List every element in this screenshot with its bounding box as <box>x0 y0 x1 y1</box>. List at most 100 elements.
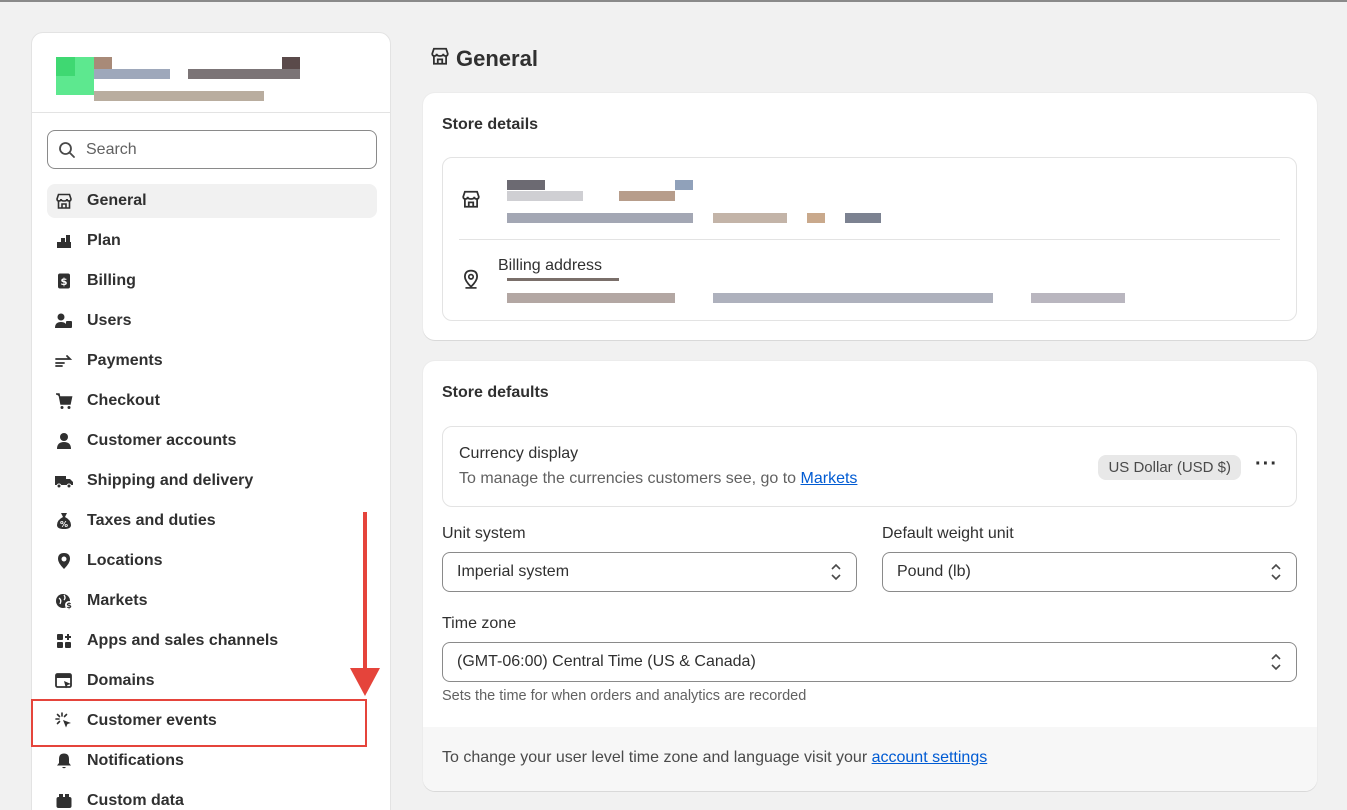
search-input[interactable]: Search <box>47 130 377 169</box>
sidebar-item-plan[interactable]: Plan <box>47 224 377 258</box>
svg-text:%: % <box>60 520 68 529</box>
location-pin-icon <box>54 551 74 571</box>
redacted-block <box>507 278 619 281</box>
redacted-block <box>188 69 300 79</box>
sidebar-item-label: Users <box>87 312 132 329</box>
footer-text: To change your user level time zone and … <box>442 749 987 767</box>
select-chevron-icon <box>1270 562 1282 587</box>
sidebar-item-label: Checkout <box>87 392 160 409</box>
account-settings-link[interactable]: account settings <box>872 749 988 766</box>
payments-icon <box>54 351 74 371</box>
sidebar-item-taxes[interactable]: % Taxes and duties <box>47 504 377 538</box>
redacted-block <box>282 57 300 69</box>
sidebar-item-apps[interactable]: Apps and sales channels <box>47 624 377 658</box>
sidebar-item-markets[interactable]: $ Markets <box>47 584 377 618</box>
redacted-block <box>507 180 545 190</box>
svg-text:$: $ <box>66 601 72 610</box>
person-icon <box>54 431 74 451</box>
truck-icon <box>54 471 74 491</box>
redacted-block <box>807 213 825 223</box>
store-details-box[interactable]: Billing address <box>442 157 1297 321</box>
sidebar-item-customer-accounts[interactable]: Customer accounts <box>47 424 377 458</box>
store-defaults-card: Store defaults Currency display To manag… <box>423 361 1317 791</box>
time-zone-value: (GMT-06:00) Central Time (US & Canada) <box>457 653 756 670</box>
store-details-heading: Store details <box>442 116 539 133</box>
domains-icon <box>54 671 74 691</box>
sidebar-item-payments[interactable]: Payments <box>47 344 377 378</box>
unit-system-select[interactable]: Imperial system <box>442 552 857 592</box>
sidebar-item-billing[interactable]: $ Billing <box>47 264 377 298</box>
redacted-block <box>713 213 787 223</box>
sidebar-item-label: Notifications <box>87 752 184 769</box>
users-icon <box>54 311 74 331</box>
sidebar-item-label: Shipping and delivery <box>87 472 254 489</box>
custom-data-icon <box>54 791 74 810</box>
window-top-border <box>0 0 1347 2</box>
sidebar-item-label: Customer accounts <box>87 432 237 449</box>
search-placeholder: Search <box>86 140 137 158</box>
currency-badge: US Dollar (USD $) <box>1098 455 1241 480</box>
annotation-highlight-customer-events <box>31 699 367 747</box>
sidebar-item-checkout[interactable]: Checkout <box>47 384 377 418</box>
footer-desc: To change your user level time zone and … <box>442 749 868 766</box>
billing-icon: $ <box>54 271 74 291</box>
store-icon <box>430 46 450 72</box>
location-pin-outline-icon <box>461 269 481 294</box>
sidebar-item-shipping[interactable]: Shipping and delivery <box>47 464 377 498</box>
redacted-block <box>94 91 264 101</box>
apps-icon <box>54 631 74 651</box>
time-zone-help: Sets the time for when orders and analyt… <box>442 688 807 704</box>
globe-icon: $ <box>54 591 74 611</box>
plan-icon <box>54 231 74 251</box>
weight-unit-label: Default weight unit <box>882 525 1014 542</box>
sidebar-item-label: Payments <box>87 352 163 369</box>
page-title: General <box>430 46 538 72</box>
currency-display-desc: To manage the currencies customers see, … <box>459 470 857 488</box>
sidebar-item-locations[interactable]: Locations <box>47 544 377 578</box>
sidebar-item-label: Taxes and duties <box>87 512 216 529</box>
weight-unit-select[interactable]: Pound (lb) <box>882 552 1297 592</box>
time-zone-label: Time zone <box>442 615 517 632</box>
redacted-block <box>619 191 675 201</box>
redacted-block <box>94 57 112 69</box>
sidebar-item-label: Plan <box>87 232 121 249</box>
sidebar-item-custom-data[interactable]: Custom data <box>47 784 377 810</box>
select-chevron-icon <box>1270 652 1282 677</box>
divider <box>459 239 1280 240</box>
sidebar-item-notifications[interactable]: Notifications <box>47 744 377 778</box>
time-zone-select[interactable]: (GMT-06:00) Central Time (US & Canada) <box>442 642 1297 682</box>
select-chevron-icon <box>830 562 842 587</box>
markets-link[interactable]: Markets <box>801 470 858 487</box>
store-header-redacted[interactable] <box>32 33 390 113</box>
redacted-block <box>713 293 993 303</box>
annotation-arrow-head <box>350 668 380 696</box>
sidebar-item-label: Apps and sales channels <box>87 632 279 649</box>
sidebar-item-label: Domains <box>87 672 155 689</box>
redacted-block <box>507 213 693 223</box>
cart-icon <box>54 391 74 411</box>
sidebar-item-domains[interactable]: Domains <box>47 664 377 698</box>
settings-sidebar: Search General Plan $ Billing Users Paym… <box>31 32 391 810</box>
redacted-block <box>507 293 675 303</box>
unit-system-label: Unit system <box>442 525 526 542</box>
sidebar-item-label: Billing <box>87 272 136 289</box>
redacted-block <box>94 69 170 79</box>
more-actions-button[interactable]: ··· <box>1255 453 1278 476</box>
sidebar-item-users[interactable]: Users <box>47 304 377 338</box>
store-icon <box>54 191 74 211</box>
redacted-block <box>845 213 881 223</box>
store-details-card: Store details Billing address <box>423 93 1317 340</box>
redacted-block <box>507 191 583 201</box>
weight-unit-value: Pound (lb) <box>897 563 971 580</box>
unit-system-value: Imperial system <box>457 563 570 580</box>
sidebar-item-label: Locations <box>87 552 163 569</box>
sidebar-item-label: General <box>87 192 147 209</box>
page-title-text: General <box>456 46 538 71</box>
currency-display-box: Currency display To manage the currencie… <box>442 426 1297 507</box>
redacted-block <box>1031 293 1125 303</box>
search-icon <box>57 140 77 165</box>
sidebar-item-general[interactable]: General <box>47 184 377 218</box>
account-settings-footer: To change your user level time zone and … <box>423 727 1317 791</box>
redacted-block <box>675 180 693 190</box>
currency-desc-text: To manage the currencies customers see, … <box>459 470 797 487</box>
